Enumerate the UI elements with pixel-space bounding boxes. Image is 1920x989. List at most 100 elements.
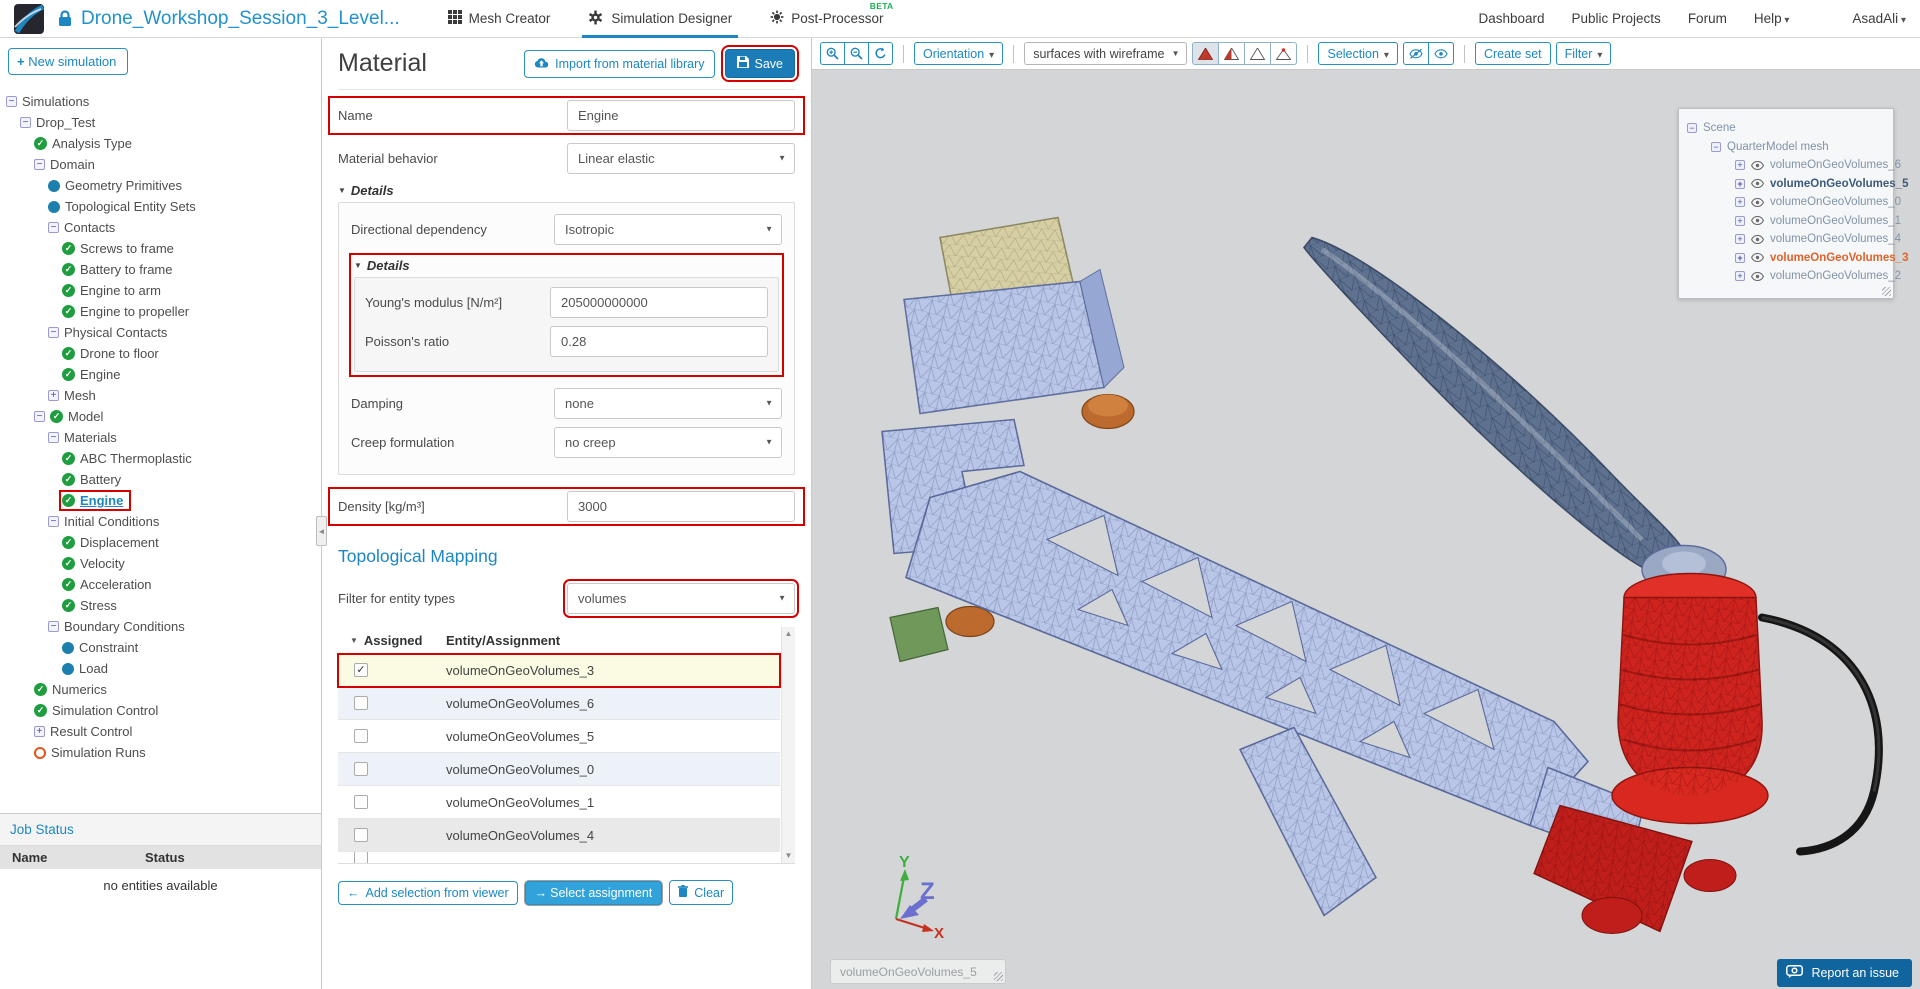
scene-expand-icon[interactable]: +: [1735, 271, 1745, 281]
tree-item-battery-to-frame[interactable]: ✓Battery to frame: [0, 259, 321, 280]
tab-mesh-creator[interactable]: Mesh Creator: [448, 0, 551, 38]
selection-dropdown[interactable]: Selection: [1318, 42, 1397, 65]
tree-collapse-icon[interactable]: −: [48, 516, 59, 527]
refresh-view-button[interactable]: [868, 42, 893, 65]
assignment-row-volumeongeovolumes-6[interactable]: volumeOnGeoVolumes_6: [338, 687, 780, 720]
tab-post-processor[interactable]: Post-Processor BETA: [770, 0, 883, 38]
tree-item-engine[interactable]: ✓Engine: [0, 490, 321, 511]
scene-item-volumeongeovolumes-5[interactable]: +volumeOnGeoVolumes_5: [1687, 175, 1885, 194]
zoom-out-button[interactable]: [844, 42, 869, 65]
tab-simulation-designer[interactable]: Simulation Designer: [588, 0, 732, 38]
scene-expand-icon[interactable]: +: [1735, 234, 1745, 244]
add-selection-from-viewer-button[interactable]: Add selection from viewer: [338, 881, 518, 905]
scene-item-quartermodel-mesh[interactable]: −QuarterModel mesh: [1687, 138, 1885, 157]
mesh-half-toggle[interactable]: [1218, 42, 1245, 65]
assignment-row-volumeongeovolumes-5[interactable]: volumeOnGeoVolumes_5: [338, 720, 780, 753]
tree-item-topological-entity-sets[interactable]: Topological Entity Sets: [0, 196, 321, 217]
visibility-eye-icon[interactable]: [1751, 235, 1764, 244]
filter-dropdown[interactable]: Filter: [1556, 42, 1612, 65]
assignment-checkbox[interactable]: [354, 852, 368, 863]
select-assignment-button[interactable]: Select assignment: [525, 881, 663, 905]
visibility-eye-icon[interactable]: [1751, 179, 1764, 188]
table-scrollbar[interactable]: ▲▼: [781, 627, 795, 863]
scene-expand-icon[interactable]: +: [1735, 160, 1745, 170]
tree-item-screws-to-frame[interactable]: ✓Screws to frame: [0, 238, 321, 259]
scene-collapse-icon[interactable]: −: [1687, 123, 1697, 133]
tree-item-load[interactable]: Load: [0, 658, 321, 679]
scene-item-scene[interactable]: −Scene: [1687, 119, 1885, 138]
user-menu[interactable]: AsadAli: [1852, 11, 1906, 26]
nav-public-projects[interactable]: Public Projects: [1572, 11, 1661, 26]
tree-item-mesh[interactable]: +Mesh: [0, 385, 321, 406]
app-logo-icon[interactable]: [14, 4, 44, 34]
tree-item-boundary-conditions[interactable]: −Boundary Conditions: [0, 616, 321, 637]
tree-item-engine-to-arm[interactable]: ✓Engine to arm: [0, 280, 321, 301]
show-all-button[interactable]: [1428, 42, 1454, 65]
tree-collapse-icon[interactable]: −: [48, 327, 59, 338]
render-mode-select[interactable]: surfaces with wireframe: [1024, 42, 1187, 65]
tree-item-contacts[interactable]: −Contacts: [0, 217, 321, 238]
assignment-checkbox[interactable]: [354, 762, 368, 776]
tree-item-stress[interactable]: ✓Stress: [0, 595, 321, 616]
creep-formulation-select[interactable]: no creep: [554, 427, 782, 458]
nav-forum[interactable]: Forum: [1688, 11, 1727, 26]
visibility-eye-icon[interactable]: [1751, 161, 1764, 170]
viewer-canvas[interactable]: −Scene−QuarterModel mesh+volumeOnGeoVolu…: [812, 70, 1920, 989]
youngs-modulus-input[interactable]: 205000000000: [550, 287, 768, 318]
nav-dashboard[interactable]: Dashboard: [1478, 11, 1544, 26]
nav-help-menu[interactable]: Help: [1754, 11, 1790, 26]
visibility-eye-icon[interactable]: [1751, 198, 1764, 207]
entity-filter-select[interactable]: volumes: [567, 583, 795, 614]
tree-expand-icon[interactable]: +: [34, 726, 45, 737]
tree-item-analysis-type[interactable]: ✓Analysis Type: [0, 133, 321, 154]
drone-arm-truss[interactable]: [906, 472, 1588, 826]
scene-panel-resize-handle[interactable]: [1882, 287, 1891, 296]
tree-item-velocity[interactable]: ✓Velocity: [0, 553, 321, 574]
new-simulation-button[interactable]: New simulation: [8, 48, 128, 75]
name-input[interactable]: Engine: [567, 100, 795, 131]
material-behavior-select[interactable]: Linear elastic: [567, 143, 795, 174]
scene-expand-icon[interactable]: +: [1735, 253, 1745, 263]
assigned-column-header[interactable]: Assigned: [338, 633, 394, 648]
tree-item-constraint[interactable]: Constraint: [0, 637, 321, 658]
orientation-dropdown[interactable]: Orientation: [914, 42, 1003, 65]
assignment-checkbox[interactable]: ✓: [354, 663, 368, 677]
mesh-points-toggle[interactable]: [1270, 42, 1297, 65]
poisson-ratio-input[interactable]: 0.28: [550, 326, 768, 357]
assignment-row-partial[interactable]: [338, 852, 780, 863]
tree-item-engine-to-propeller[interactable]: ✓Engine to propeller: [0, 301, 321, 322]
assignment-row-volumeongeovolumes-4[interactable]: volumeOnGeoVolumes_4: [338, 819, 780, 852]
panel-collapse-handle[interactable]: ◄: [316, 516, 327, 546]
scene-collapse-icon[interactable]: −: [1711, 142, 1721, 152]
tree-item-displacement[interactable]: ✓Displacement: [0, 532, 321, 553]
scene-item-volumeongeovolumes-1[interactable]: +volumeOnGeoVolumes_1: [1687, 212, 1885, 231]
tree-item-model[interactable]: −✓Model: [0, 406, 321, 427]
scene-item-volumeongeovolumes-0[interactable]: +volumeOnGeoVolumes_0: [1687, 193, 1885, 212]
tree-collapse-icon[interactable]: −: [34, 411, 45, 422]
tree-item-drone-to-floor[interactable]: ✓Drone to floor: [0, 343, 321, 364]
clear-button[interactable]: Clear: [669, 880, 733, 905]
import-material-library-button[interactable]: Import from material library: [524, 50, 714, 78]
tree-item-engine[interactable]: ✓Engine: [0, 364, 321, 385]
create-set-button[interactable]: Create set: [1475, 42, 1551, 65]
tree-item-drop-test[interactable]: −Drop_Test: [0, 112, 321, 133]
tree-item-simulation-runs[interactable]: Simulation Runs: [0, 742, 321, 763]
tree-item-initial-conditions[interactable]: −Initial Conditions: [0, 511, 321, 532]
scene-expand-icon[interactable]: +: [1735, 216, 1745, 226]
tree-item-simulation-control[interactable]: ✓Simulation Control: [0, 700, 321, 721]
mesh-wireframe-toggle[interactable]: [1244, 42, 1271, 65]
scene-expand-icon[interactable]: +: [1735, 179, 1745, 189]
density-input[interactable]: 3000: [567, 491, 795, 522]
inner-details-toggle[interactable]: Details: [354, 258, 779, 273]
tree-collapse-icon[interactable]: −: [20, 117, 31, 128]
zoom-in-button[interactable]: [820, 42, 845, 65]
tree-item-domain[interactable]: −Domain: [0, 154, 321, 175]
scene-expand-icon[interactable]: +: [1735, 197, 1745, 207]
tree-item-abc-thermoplastic[interactable]: ✓ABC Thermoplastic: [0, 448, 321, 469]
tree-collapse-icon[interactable]: −: [34, 159, 45, 170]
hide-selected-button[interactable]: [1403, 42, 1429, 65]
tree-item-result-control[interactable]: +Result Control: [0, 721, 321, 742]
scene-item-volumeongeovolumes-6[interactable]: +volumeOnGeoVolumes_6: [1687, 156, 1885, 175]
damping-select[interactable]: none: [554, 388, 782, 419]
directional-dependency-select[interactable]: Isotropic: [554, 214, 782, 245]
